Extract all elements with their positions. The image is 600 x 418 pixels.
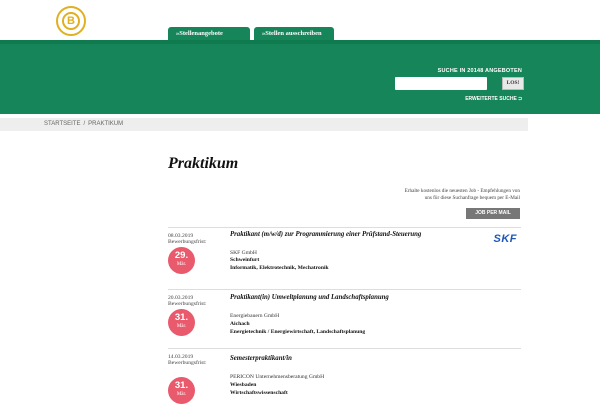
search-input[interactable] xyxy=(395,77,487,90)
search-title: SUCHE IN 20148 ANGEBOTEN xyxy=(437,68,522,74)
deadline-label: Bewerbungsfrist: xyxy=(168,360,207,366)
job-field: Wirtschaftswissenschaft xyxy=(230,390,288,396)
top-header: B »Stellenangebote »Stellen ausschreiben xyxy=(0,0,600,40)
main-tabs: »Stellenangebote »Stellen ausschreiben xyxy=(168,27,334,40)
job-field: Energietechnik / Energiewirtschaft, Land… xyxy=(230,329,366,335)
job-per-mail-button[interactable]: JOB PER MAIL xyxy=(466,208,520,219)
breadcrumb-home[interactable]: STARTSEITE xyxy=(44,121,80,127)
job-company: SKF GmbH xyxy=(230,250,257,256)
tab-stellen-ausschreiben[interactable]: »Stellen ausschreiben xyxy=(254,27,334,40)
deadline-badge: 31. Mär. xyxy=(168,377,195,404)
deadline-month: Mär. xyxy=(176,392,187,397)
deadline-badge: 31. Mär. xyxy=(168,309,195,336)
company-logo[interactable]: SKF xyxy=(494,233,518,245)
site-logo[interactable]: B xyxy=(56,6,86,36)
job-city: Aichach xyxy=(230,321,250,327)
job-alert-notice: Erhalte kostenlos die neuesten Job - Emp… xyxy=(380,188,520,202)
deadline-month: Mär. xyxy=(176,324,187,329)
job-listing[interactable]: 14.03.2019 Bewerbungsfrist: 31. Mär. Sem… xyxy=(168,348,521,408)
chevron-circle-icon: ⮊ xyxy=(518,96,522,102)
job-company: PERICON Unternehmensberatung GmbH xyxy=(230,374,325,380)
job-listing[interactable]: 08.03.2019 Bewerbungsfrist: 29. Mär. Pra… xyxy=(168,227,521,288)
tab-stellenangebote[interactable]: »Stellenangebote xyxy=(168,27,250,40)
logo-mark: B xyxy=(62,12,80,30)
band-strip xyxy=(0,40,600,44)
deadline-label: Bewerbungsfrist: xyxy=(168,239,207,245)
deadline-day: 29. xyxy=(174,250,189,261)
job-company: Energiebauern GmbH xyxy=(230,313,280,319)
page-title: Praktikum xyxy=(168,155,239,172)
deadline-day: 31. xyxy=(174,312,189,323)
job-city: Wiesbaden xyxy=(230,382,257,388)
deadline-label: Bewerbungsfrist: xyxy=(168,301,207,307)
search-button[interactable]: LOS! xyxy=(502,77,524,90)
extended-search-label: ERWEITERTE SUCHE xyxy=(465,96,517,102)
job-title[interactable]: Semesterpraktikant/in xyxy=(230,355,292,362)
breadcrumb-separator: / xyxy=(83,121,86,127)
job-listing[interactable]: 20.03.2019 Bewerbungsfrist: 31. Mär. Pra… xyxy=(168,289,521,347)
job-city: Schweinfurt xyxy=(230,257,260,263)
deadline-badge: 29. Mär. xyxy=(168,247,195,274)
extended-search-link[interactable]: ERWEITERTE SUCHE ⮊ xyxy=(465,96,522,102)
deadline-month: Mär. xyxy=(176,262,187,267)
deadline-day: 31. xyxy=(174,380,189,391)
job-title[interactable]: Praktikant(in) Umweltplanung und Landsch… xyxy=(230,294,389,301)
breadcrumb: STARTSEITE / PRAKTIKUM xyxy=(44,121,123,127)
notice-line-2: uns für diese Suchanfrage bequem per E-M… xyxy=(424,195,520,201)
breadcrumb-current: PRAKTIKUM xyxy=(88,121,124,127)
job-field: Informatik, Elektrotechnik, Mechatronik xyxy=(230,265,329,271)
search-band: SUCHE IN 20148 ANGEBOTEN LOS! ERWEITERTE… xyxy=(0,40,600,114)
notice-line-1: Erhalte kostenlos die neuesten Job - Emp… xyxy=(404,188,520,194)
job-title[interactable]: Praktikant (m/w/d) zur Programmierung ei… xyxy=(230,231,421,238)
